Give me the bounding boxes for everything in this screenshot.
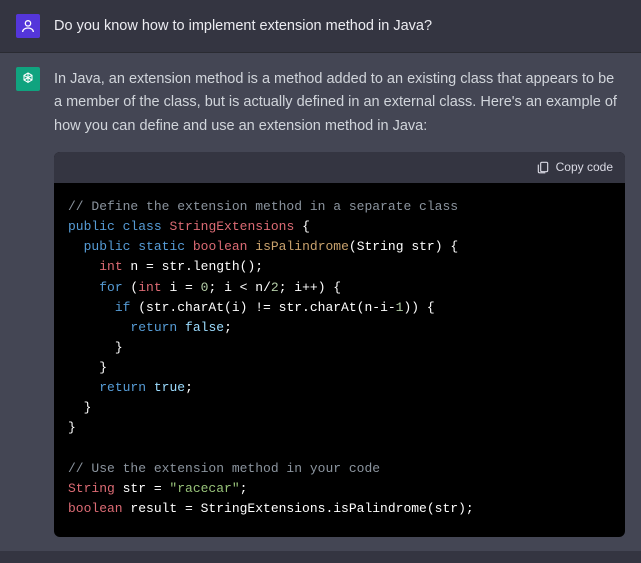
assistant-message-row: In Java, an extension method is a method… <box>0 53 641 551</box>
copy-code-button[interactable]: Copy code <box>536 158 613 177</box>
code-content[interactable]: // Define the extension method in a sepa… <box>54 183 625 537</box>
user-message-text: Do you know how to implement extension m… <box>54 14 625 38</box>
code-block-header: Copy code <box>54 152 625 183</box>
assistant-avatar <box>16 67 40 91</box>
user-avatar <box>16 14 40 38</box>
copy-code-label: Copy code <box>556 158 613 177</box>
user-message-row: Do you know how to implement extension m… <box>0 0 641 53</box>
openai-icon <box>20 71 36 87</box>
assistant-intro-text: In Java, an extension method is a method… <box>54 68 625 138</box>
person-icon <box>20 18 36 34</box>
clipboard-icon <box>536 160 550 174</box>
code-block: Copy code // Define the extension method… <box>54 152 625 537</box>
assistant-message-content: In Java, an extension method is a method… <box>54 67 625 537</box>
